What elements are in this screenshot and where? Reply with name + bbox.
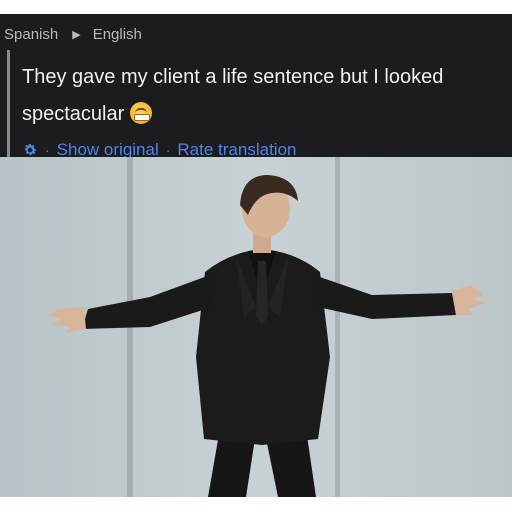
grimacing-face-emoji-icon (130, 102, 153, 124)
target-language: English (92, 25, 142, 43)
translation-text-block: They gave my client a life sentence but … (22, 59, 507, 133)
necktie (256, 261, 268, 325)
play-arrow-icon: ▶ (72, 28, 81, 41)
source-language: Spanish (4, 25, 59, 43)
translated-text: They gave my client a life sentence but … (22, 66, 444, 125)
photo-illustration (0, 157, 512, 497)
quote-bar (7, 50, 10, 164)
translation-card: Spanish ▶ English They gave my client a … (0, 14, 512, 164)
meme-photo (0, 157, 512, 497)
separator: · (45, 142, 50, 158)
language-row: Spanish ▶ English (4, 24, 142, 44)
wall-seam-right (335, 157, 340, 497)
separator: · (165, 142, 171, 158)
gear-icon[interactable] (22, 142, 38, 158)
